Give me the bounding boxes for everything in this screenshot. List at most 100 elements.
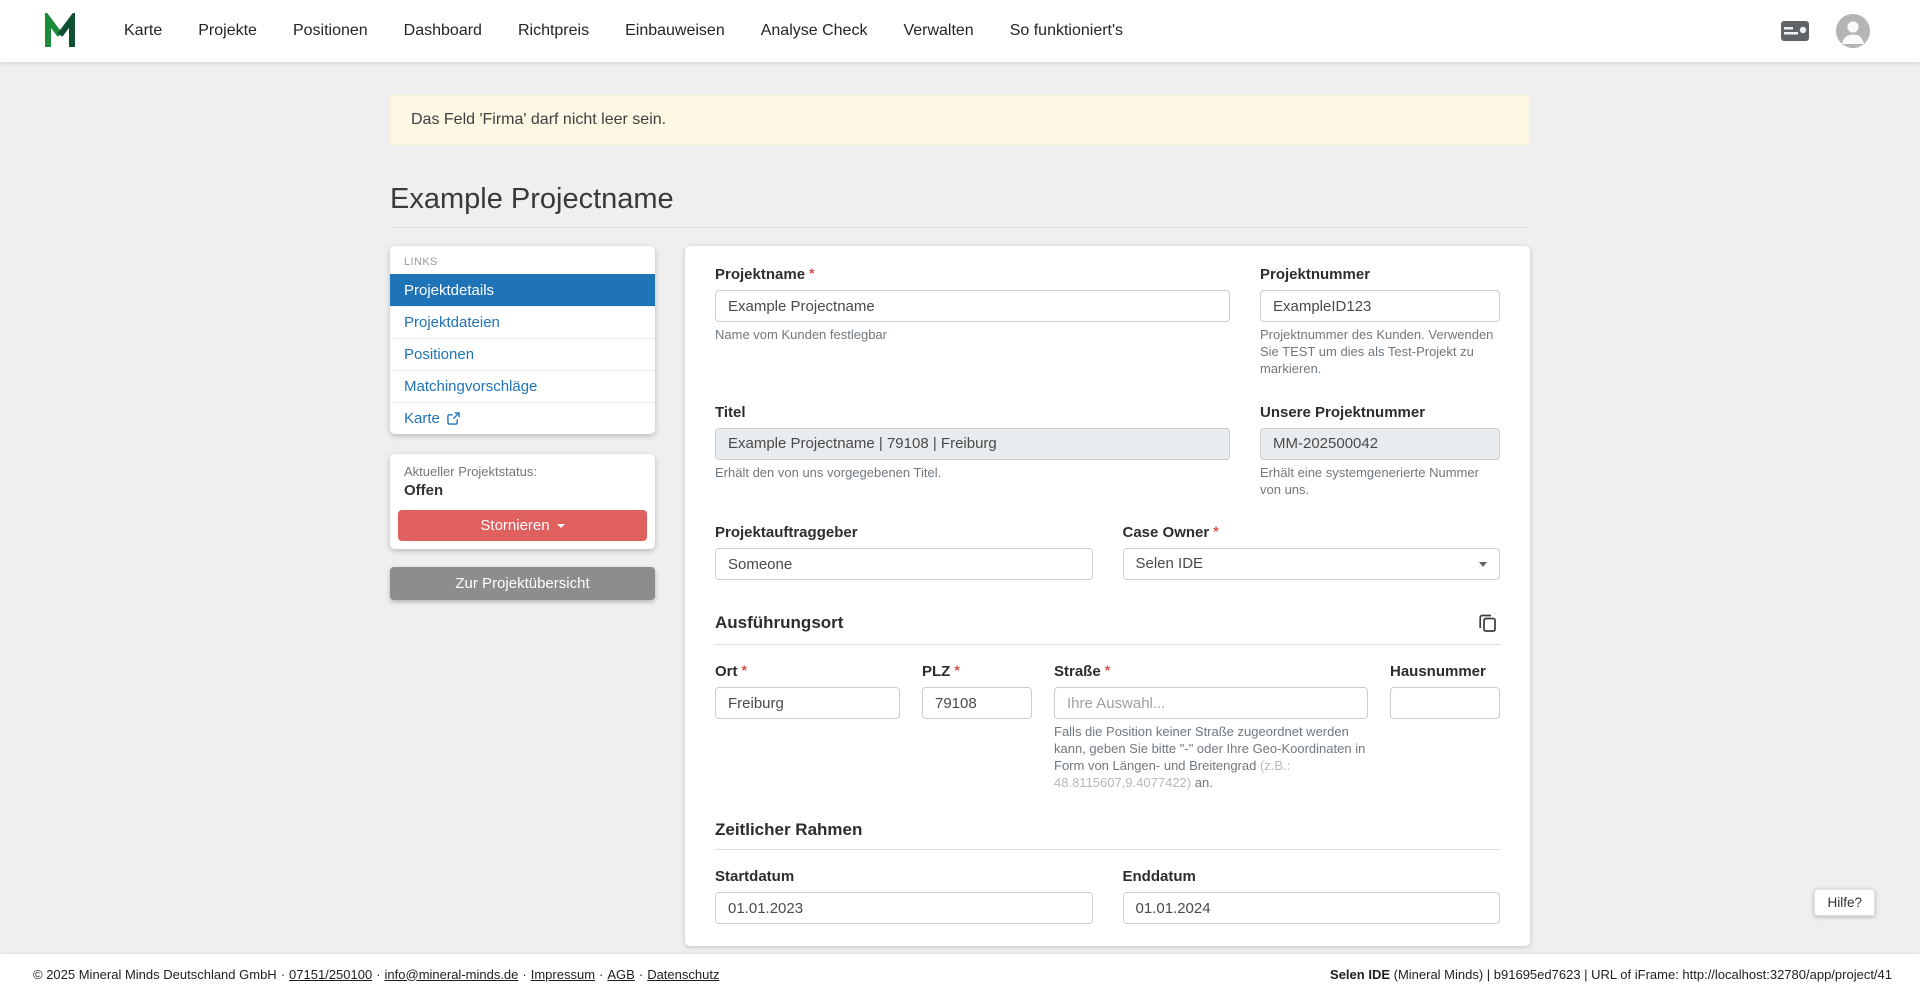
case-owner-label: Case Owner* — [1123, 524, 1501, 541]
footer-left: © 2025 Mineral Minds Deutschland GmbH·07… — [33, 967, 719, 982]
form-row-contractor-owner: Projektauftraggeber Case Owner* Selen ID… — [715, 524, 1500, 580]
layout-row: LINKS Projektdetails Projektdateien Posi… — [390, 246, 1530, 946]
required-asterisk: * — [809, 265, 814, 281]
nav-item-positionen[interactable]: Positionen — [275, 0, 386, 62]
nav-item-richtpreis[interactable]: Richtpreis — [500, 0, 607, 62]
unsere-projektnummer-input — [1260, 428, 1500, 460]
plz-group: PLZ* — [922, 663, 1032, 719]
page-title: Example Projectname — [390, 183, 1530, 216]
label-text: Ort — [715, 663, 738, 680]
logo-graphic — [44, 13, 82, 49]
ort-input[interactable] — [715, 687, 900, 719]
plz-label: PLZ* — [922, 663, 1032, 680]
status-card: Aktueller Projektstatus: Offen Storniere… — [390, 454, 655, 549]
unsere-projektnummer-helper: Erhält eine systemgenerierte Nummer von … — [1260, 465, 1500, 499]
footer-right: Selen IDE (Mineral Minds) | b91695ed7623… — [1330, 967, 1892, 982]
startdatum-input[interactable] — [715, 892, 1093, 924]
nav-item-karte[interactable]: Karte — [106, 0, 180, 62]
form-row-dates: Startdatum Enddatum — [715, 868, 1500, 924]
hausnummer-group: Hausnummer — [1390, 663, 1500, 719]
project-status-label: Aktueller Projektstatus: — [398, 464, 647, 479]
enddatum-label: Enddatum — [1123, 868, 1501, 885]
strasse-helper: Falls die Position keiner Straße zugeord… — [1054, 724, 1368, 792]
footer-user: Selen IDE — [1330, 967, 1390, 982]
footer-email-link[interactable]: info@mineral-minds.de — [385, 967, 519, 982]
stornieren-button[interactable]: Stornieren — [398, 510, 647, 541]
footer-separator: · — [599, 967, 603, 982]
helper-tail: an. — [1191, 775, 1213, 790]
sidebar-item-positionen[interactable]: Positionen — [390, 338, 655, 370]
project-status-value: Offen — [398, 479, 647, 510]
sidebar-item-label: Projektdateien — [404, 314, 500, 331]
sidebar-item-label: Karte — [404, 410, 440, 427]
nav-right-icons — [1780, 14, 1870, 48]
footer: © 2025 Mineral Minds Deutschland GmbH·07… — [0, 954, 1920, 994]
ausfuehrungsort-divider — [715, 644, 1500, 645]
hausnummer-label: Hausnummer — [1390, 663, 1500, 680]
validation-alert: Das Feld 'Firma' darf nicht leer sein. — [390, 95, 1530, 145]
strasse-input[interactable] — [1054, 687, 1368, 719]
unsere-projektnummer-group: Unsere Projektnummer Erhält eine systemg… — [1260, 404, 1500, 499]
enddatum-group: Enddatum — [1123, 868, 1501, 924]
main-nav: Karte Projekte Positionen Dashboard Rich… — [106, 0, 1141, 62]
titel-label: Titel — [715, 404, 1230, 421]
plz-input[interactable] — [922, 687, 1032, 719]
titel-group: Titel Erhält den von uns vorgegebenen Ti… — [715, 404, 1230, 482]
projektauftraggeber-group: Projektauftraggeber — [715, 524, 1093, 580]
sidebar-item-matchingvorschlaege[interactable]: Matchingvorschläge — [390, 370, 655, 402]
nav-item-dashboard[interactable]: Dashboard — [386, 0, 500, 62]
required-asterisk: * — [742, 662, 747, 678]
project-details-card: Projektname* Name vom Kunden festlegbar … — [685, 246, 1530, 946]
sidebar-item-projektdetails[interactable]: Projektdetails — [390, 274, 655, 306]
page-content: Das Feld 'Firma' darf nicht leer sein. E… — [0, 95, 1920, 946]
titel-helper: Erhält den von uns vorgegebenen Titel. — [715, 465, 1230, 482]
avatar — [1836, 14, 1870, 48]
footer-impressum-link[interactable]: Impressum — [531, 967, 595, 982]
case-owner-group: Case Owner* Selen IDE — [1123, 524, 1501, 580]
form-row-title-ournumber: Titel Erhält den von uns vorgegebenen Ti… — [715, 404, 1500, 499]
nav-item-einbauweisen[interactable]: Einbauweisen — [607, 0, 743, 62]
form-row-name-number: Projektname* Name vom Kunden festlegbar … — [715, 266, 1500, 378]
projektauftraggeber-input[interactable] — [715, 548, 1093, 580]
nav-item-verwalten[interactable]: Verwalten — [885, 0, 991, 62]
label-text: Projektname — [715, 266, 805, 283]
projektnummer-input[interactable] — [1260, 290, 1500, 322]
ausfuehrungsort-heading: Ausführungsort — [715, 613, 843, 633]
mineral-minds-logo-icon[interactable] — [44, 11, 84, 51]
zeitlicher-rahmen-heading: Zeitlicher Rahmen — [715, 820, 862, 840]
projektname-input[interactable] — [715, 290, 1230, 322]
zeitlicher-rahmen-section-head: Zeitlicher Rahmen — [715, 820, 1500, 840]
copy-icon[interactable] — [1475, 610, 1500, 635]
label-text: PLZ — [922, 663, 950, 680]
projektname-group: Projektname* Name vom Kunden festlegbar — [715, 266, 1230, 344]
stornieren-label: Stornieren — [480, 517, 549, 534]
projektnummer-label: Projektnummer — [1260, 266, 1500, 283]
top-nav: Karte Projekte Positionen Dashboard Rich… — [0, 0, 1920, 62]
strasse-group: Straße* Falls die Position keiner Straße… — [1054, 663, 1368, 792]
sidebar-item-karte[interactable]: Karte — [390, 402, 655, 434]
startdatum-label: Startdatum — [715, 868, 1093, 885]
enddatum-input[interactable] — [1123, 892, 1501, 924]
case-owner-select[interactable]: Selen IDE — [1123, 548, 1501, 580]
user-avatar-icon[interactable] — [1836, 14, 1870, 48]
projektname-label: Projektname* — [715, 266, 1230, 283]
zur-projektuebersicht-button[interactable]: Zur Projektübersicht — [390, 567, 655, 600]
footer-agb-link[interactable]: AGB — [607, 967, 634, 982]
nav-item-so-funktionierts[interactable]: So funktioniert's — [992, 0, 1141, 62]
projektname-helper: Name vom Kunden festlegbar — [715, 327, 1230, 344]
footer-datenschutz-link[interactable]: Datenschutz — [647, 967, 719, 982]
footer-phone-link[interactable]: 07151/250100 — [289, 967, 372, 982]
footer-separator: · — [522, 967, 526, 982]
hausnummer-input[interactable] — [1390, 687, 1500, 719]
id-card-icon[interactable] — [1780, 20, 1810, 42]
sidebar-item-projektdateien[interactable]: Projektdateien — [390, 306, 655, 338]
ort-label: Ort* — [715, 663, 900, 680]
alert-text: Das Feld 'Firma' darf nicht leer sein. — [411, 111, 666, 128]
projektnummer-helper: Projektnummer des Kunden. Verwenden Sie … — [1260, 327, 1500, 378]
nav-item-projekte[interactable]: Projekte — [180, 0, 275, 62]
label-text: Straße — [1054, 663, 1101, 680]
external-link-icon — [447, 412, 460, 425]
help-button[interactable]: Hilfe? — [1814, 889, 1875, 916]
nav-item-analyse-check[interactable]: Analyse Check — [743, 0, 886, 62]
label-text: Case Owner — [1123, 524, 1210, 541]
